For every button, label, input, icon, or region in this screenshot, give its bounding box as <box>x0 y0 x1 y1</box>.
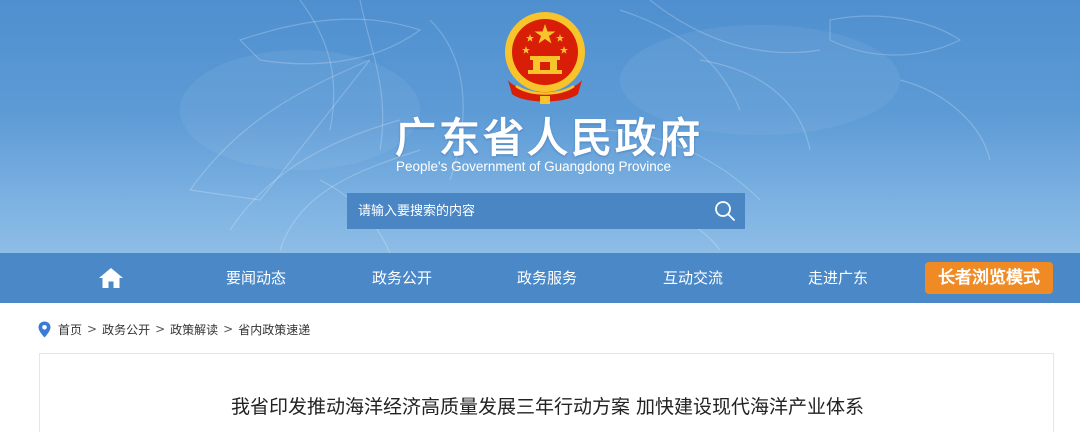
site-subtitle: People's Government of Guangdong Provinc… <box>396 159 671 174</box>
main-nav: 要闻动态 政务公开 政务服务 互动交流 走进广东 <box>0 253 1080 303</box>
breadcrumb-separator: > <box>87 322 98 336</box>
nav-item-interaction[interactable]: 互动交流 <box>663 253 723 303</box>
breadcrumb-home[interactable]: 首页 <box>58 321 82 338</box>
nav-item-government-affairs[interactable]: 政务公开 <box>372 253 432 303</box>
breadcrumb-government-affairs[interactable]: 政务公开 <box>102 321 150 338</box>
site-title: 广东省人民政府 <box>395 114 703 162</box>
breadcrumb-separator: > <box>155 322 166 336</box>
breadcrumb-provincial-policy-express[interactable]: 省内政策速递 <box>238 321 310 338</box>
nav-item-news[interactable]: 要闻动态 <box>226 253 286 303</box>
search-box <box>347 193 745 229</box>
elder-mode-button[interactable]: 长者浏览模式 <box>925 262 1053 294</box>
article-title: 我省印发推动海洋经济高质量发展三年行动方案 加快建设现代海洋产业体系 <box>230 396 865 418</box>
header-banner: 广东省人民政府 People's Government of Guangdong… <box>0 0 1080 253</box>
home-icon[interactable] <box>98 267 124 289</box>
breadcrumb-policy-interpretation[interactable]: 政策解读 <box>170 321 218 338</box>
breadcrumb-separator: > <box>223 322 234 336</box>
search-input[interactable] <box>358 193 705 229</box>
article-card: 我省印发推动海洋经济高质量发展三年行动方案 加快建设现代海洋产业体系 <box>39 353 1054 432</box>
breadcrumb: 首页 > 政务公开 > 政策解读 > 省内政策速递 <box>38 319 310 339</box>
nav-item-government-services[interactable]: 政务服务 <box>517 253 577 303</box>
search-icon[interactable] <box>705 193 745 229</box>
national-emblem-icon <box>505 12 585 104</box>
nav-item-about-guangdong[interactable]: 走进广东 <box>808 253 868 303</box>
location-pin-icon <box>38 321 51 337</box>
